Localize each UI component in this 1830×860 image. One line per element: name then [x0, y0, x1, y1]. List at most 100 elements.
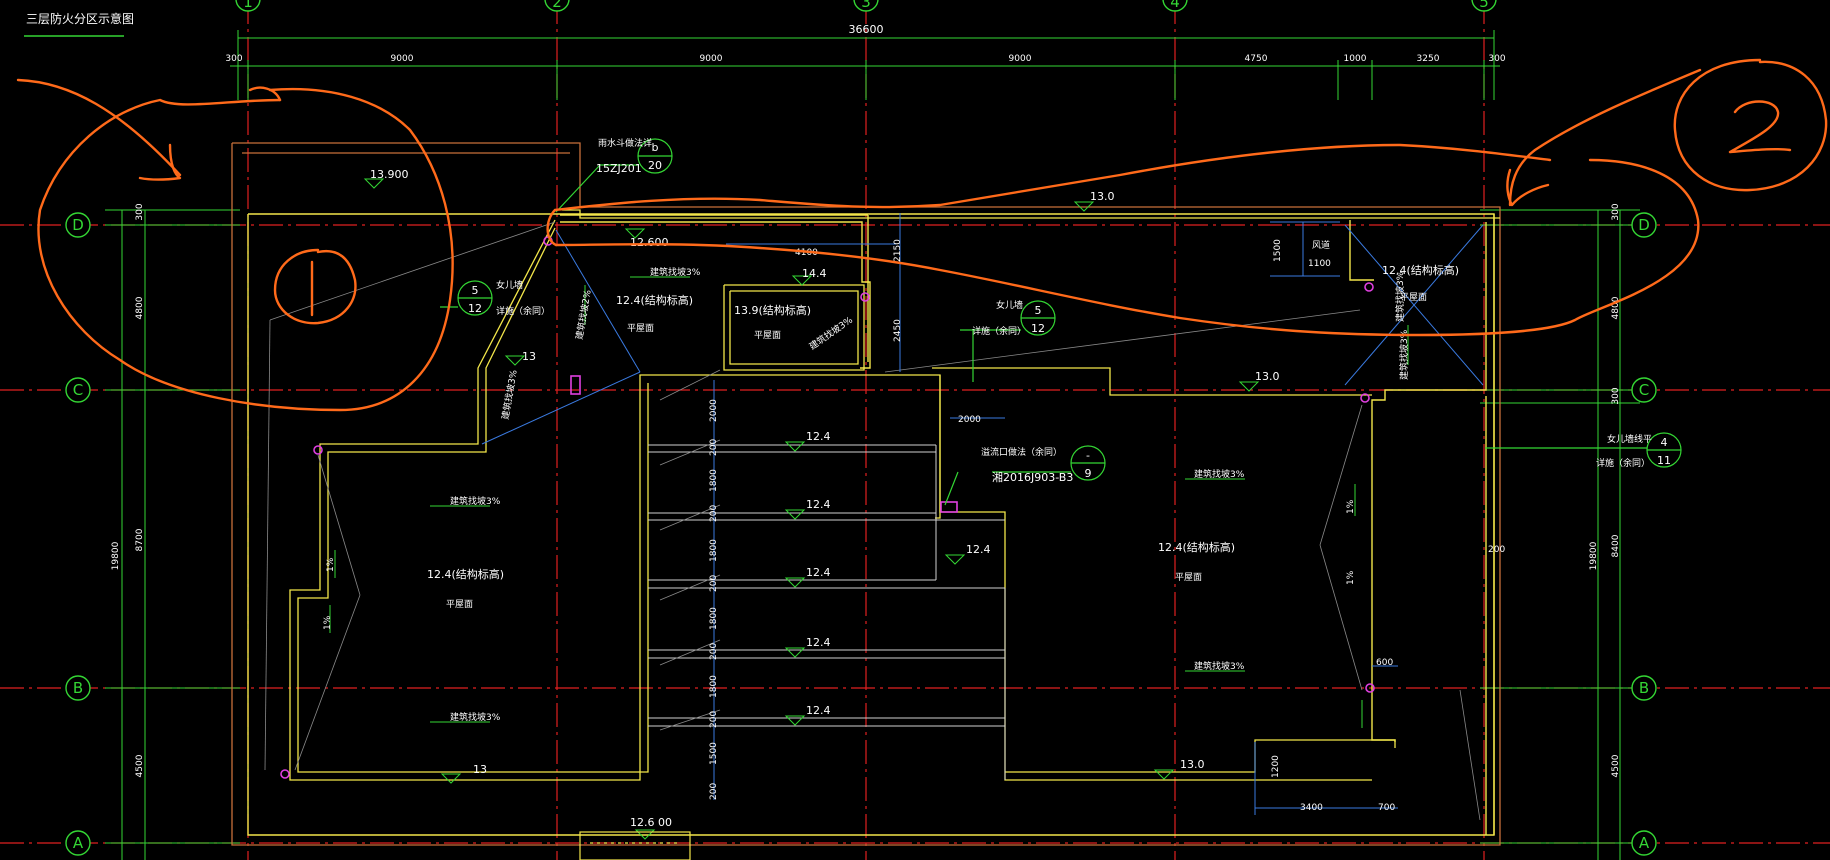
roof-plane-4: 平屋面: [1175, 572, 1202, 583]
dim-stair-200f: 200: [709, 783, 719, 800]
elev-4: 13.0: [1255, 370, 1280, 383]
elev-9: 12.4: [806, 498, 831, 511]
dim-1500: 1500: [1273, 239, 1283, 262]
slope-label-3: 建筑找坡3%: [450, 711, 501, 723]
dim-stair-1800b: 1800: [709, 539, 719, 562]
grid-col-1: 1: [243, 0, 253, 11]
dim-stair-1800d: 1800: [709, 675, 719, 698]
dim-3400: 3400: [1300, 803, 1323, 813]
markup-arrow-two: [1508, 68, 1702, 207]
markup-annotations: [16, 58, 1828, 412]
parapet-ref-top-left: 5: [472, 284, 479, 297]
right-total: 19800: [1589, 541, 1599, 570]
grid-row-C-left: C: [73, 381, 83, 399]
elev-13: 12.4: [966, 543, 991, 556]
dim-1200: 1200: [1271, 755, 1281, 778]
right-dim-0: 300: [1611, 203, 1621, 220]
dim-2450: 2450: [893, 319, 903, 342]
grid-row-C-right: C: [1639, 381, 1649, 399]
dim-2000: 2000: [958, 415, 981, 425]
dim-700: 700: [1378, 803, 1395, 813]
elev-0: 13.900: [370, 168, 409, 181]
dim-stair-1800c: 1800: [709, 607, 719, 630]
grid-row-A-left: A: [73, 834, 84, 852]
markup-band-bottom: [554, 158, 1700, 337]
elev-10: 12.4: [806, 566, 831, 579]
dim-stair-200e: 200: [709, 711, 719, 728]
roof-plane-1: 平屋面: [627, 323, 654, 334]
grid-col-5: 5: [1479, 0, 1489, 11]
dim-col-7: 300: [1488, 54, 1505, 64]
overall-width-label: 36600: [849, 23, 884, 36]
markup-arrowhead-two: [1506, 168, 1550, 207]
dim-stair-1800a: 1800: [709, 469, 719, 492]
roof-plane-2: 平屋面: [446, 599, 473, 610]
slope-label-13: 1%: [1346, 499, 1356, 514]
elev-8: 12.4: [806, 430, 831, 443]
overflow-ref-bottom: 9: [1085, 467, 1092, 480]
grid-row-D-left: D: [72, 216, 84, 234]
label-structural-left-a: 12.4(结构标高): [616, 293, 693, 307]
parapet-ref-top-mid: 5: [1035, 304, 1042, 317]
grid-row-B-right: B: [1639, 679, 1649, 697]
parapet-ref2-bottom: 11: [1657, 454, 1671, 467]
slope-label-6: 建筑找坡2%: [573, 288, 594, 340]
roof-plane-3: 平屋面: [754, 330, 781, 341]
cad-drawing: 三层防火分区示意图 36600 300 9000 9000 9000 4750 …: [0, 0, 1830, 860]
dim-stair-200d: 200: [709, 643, 719, 660]
dim-col-3: 9000: [1009, 54, 1032, 64]
dim-stair-200a: 200: [709, 439, 719, 456]
overflow-note: 溢流口做法（余同）: [981, 446, 1062, 458]
label-structural-right-b: 12.4(结构标高): [1382, 263, 1459, 277]
dim-200-right: 200: [1488, 545, 1505, 555]
markup-band-top: [553, 143, 1552, 212]
markup-arrowhead-one: [138, 143, 182, 181]
elev-6: 13: [473, 763, 487, 776]
elev-2: 14.4: [802, 267, 827, 280]
dim-stair-200c: 200: [709, 575, 719, 592]
right-dim-4: 4500: [1611, 754, 1621, 777]
stair-strips: [648, 444, 1006, 780]
slope-label-14: 1%: [1346, 570, 1356, 585]
slope-label-8: 建筑找坡3%: [807, 314, 855, 353]
dim-2150: 2150: [893, 239, 903, 262]
rain-outlet-atlas: 15ZJ201: [596, 162, 642, 175]
dim-col-1: 9000: [391, 54, 414, 64]
dim-col-4: 4750: [1245, 54, 1268, 64]
slope-label-11: 1%: [326, 557, 336, 572]
shaft-label: 风道: [1312, 239, 1330, 251]
parapet-detail-mid: 详施（余同）: [972, 325, 1026, 337]
parapet-ref2-top: 4: [1661, 436, 1668, 449]
elev-14: 12.6 00: [630, 816, 672, 829]
grid-axes: [0, 0, 1830, 860]
slope-label-1: 建筑找坡3%: [650, 266, 701, 278]
label-structural-mid: 13.9(结构标高): [734, 303, 811, 317]
label-structural-left-b: 12.4(结构标高): [427, 567, 504, 581]
label-structural-right-a: 12.4(结构标高): [1158, 540, 1235, 554]
slope-label-7: 建筑找坡3%: [499, 368, 520, 420]
markup-cloud-one: [37, 87, 454, 412]
parapet-ref-bottom-mid: 12: [1031, 322, 1045, 335]
elev-3: 13.0: [1090, 190, 1115, 203]
parapet-detail-right: 详施（余同）: [1596, 457, 1650, 469]
markup-circle-two: [1673, 58, 1828, 192]
bottom-strip: [579, 831, 691, 860]
slope-label-10: 建筑找坡3%: [1398, 329, 1410, 380]
dim-1100: 1100: [1308, 259, 1331, 269]
left-total: 19800: [111, 541, 121, 570]
top-dimension-lines: [230, 30, 1500, 100]
grid-col-3: 3: [861, 0, 871, 11]
grid-row-D-right: D: [1638, 216, 1650, 234]
grid-row-B-left: B: [73, 679, 83, 697]
markup-digit-two: [1728, 100, 1792, 154]
floor-outline: [247, 213, 1495, 836]
dim-stair-1500: 1500: [709, 742, 719, 765]
left-dim-3: 4500: [135, 754, 145, 777]
elev-11: 12.4: [806, 636, 831, 649]
parapet-detail-left: 详施（余同）: [496, 305, 550, 317]
overflow-ref-top: -: [1086, 449, 1090, 462]
overflow-atlas: 湘2016J903-B3: [992, 470, 1073, 484]
dim-col-0: 300: [225, 54, 242, 64]
grid-col-4: 4: [1170, 0, 1180, 11]
dim-stair-200b: 200: [709, 505, 719, 522]
